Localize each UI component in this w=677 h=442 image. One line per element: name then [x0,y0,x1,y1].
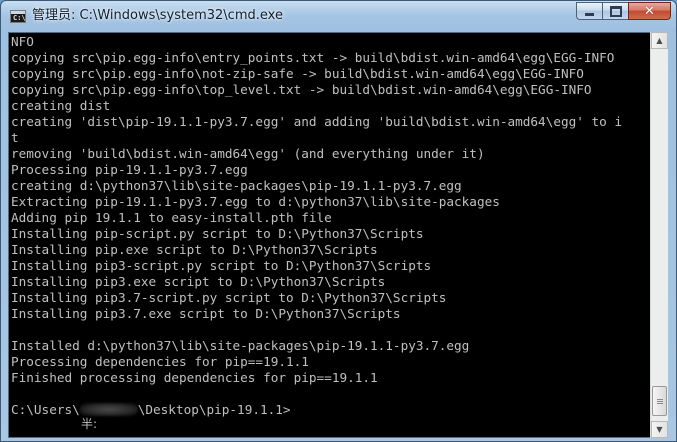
redacted-username [79,403,138,416]
title-bar[interactable]: C:\ 管理员: C:\Windows\system32\cmd.exe ✕ [1,1,676,31]
console-output[interactable]: NFO copying src\pip.egg-info\entry_points… [8,32,651,438]
console-line: Processing dependencies for pip==19.1.1 [11,354,309,369]
console-line: Installing pip3.7-script.py script to D:… [11,290,447,305]
console-line: copying src\pip.egg-info\entry_points.tx… [11,50,615,65]
console-line: Installing pip3-script.py script to D:\P… [11,258,432,273]
ime-status-indicator: 半: [81,417,98,431]
arrow-up-icon: ▲ [656,36,663,45]
console-line: Installing pip3.7.exe script to D:\Pytho… [11,306,401,321]
console-line: Installing pip-script.py script to D:\Py… [11,226,424,241]
console-line: copying src\pip.egg-info\top_level.txt -… [11,82,592,97]
console-line: Installing pip.exe script to D:\Python37… [11,242,378,257]
close-icon: ✕ [644,3,655,19]
cmd-app-icon-text: C:\ [13,14,26,22]
console-line: copying src\pip.egg-info\not-zip-safe ->… [11,66,584,81]
console-line: t [11,130,19,145]
cmd-app-icon[interactable]: C:\ [10,10,26,23]
scroll-up-button[interactable]: ▲ [651,32,668,49]
maximize-icon [609,5,622,17]
cmd-window: C:\ 管理员: C:\Windows\system32\cmd.exe ✕ N… [0,0,677,442]
console-line: creating dist [11,98,111,113]
vertical-scrollbar[interactable]: ▲ ▼ [650,32,668,438]
scrollbar-thumb[interactable] [652,386,667,416]
console-line: creating d:\python37\lib\site-packages\p… [11,178,462,193]
window-title: 管理员: C:\Windows\system32\cmd.exe [32,8,283,23]
console-line: Installing pip3.exe script to D:\Python3… [11,274,386,289]
console-line: Extracting pip-19.1.1-py3.7.egg to d:\py… [11,194,500,209]
console-line: NFO [11,34,34,49]
command-prompt[interactable]: C:\Users\ \Desktop\pip-19.1.1> [11,402,650,418]
console-line: Adding pip 19.1.1 to easy-install.pth fi… [11,210,332,225]
console-line: creating 'dist\pip-19.1.1-py3.7.egg' and… [11,114,623,129]
arrow-down-icon: ▼ [656,425,663,434]
console-lines: NFO copying src\pip.egg-info\entry_points… [11,34,650,418]
minimize-icon [585,12,594,16]
console-line: removing 'build\bdist.win-amd64\egg' (an… [11,146,485,161]
console-line: Processing pip-19.1.1-py3.7.egg [11,162,248,177]
console-line: Finished processing dependencies for pip… [11,370,378,385]
window-controls: ✕ [576,2,671,21]
console-line: Installed d:\python37\lib\site-packages\… [11,338,470,353]
scroll-down-button[interactable]: ▼ [651,421,668,438]
maximize-button[interactable] [602,2,628,20]
minimize-button[interactable] [576,2,602,20]
prompt-prefix: C:\Users\ [11,402,80,417]
close-button[interactable]: ✕ [628,2,671,20]
prompt-suffix: \Desktop\pip-19.1.1> [137,402,291,417]
